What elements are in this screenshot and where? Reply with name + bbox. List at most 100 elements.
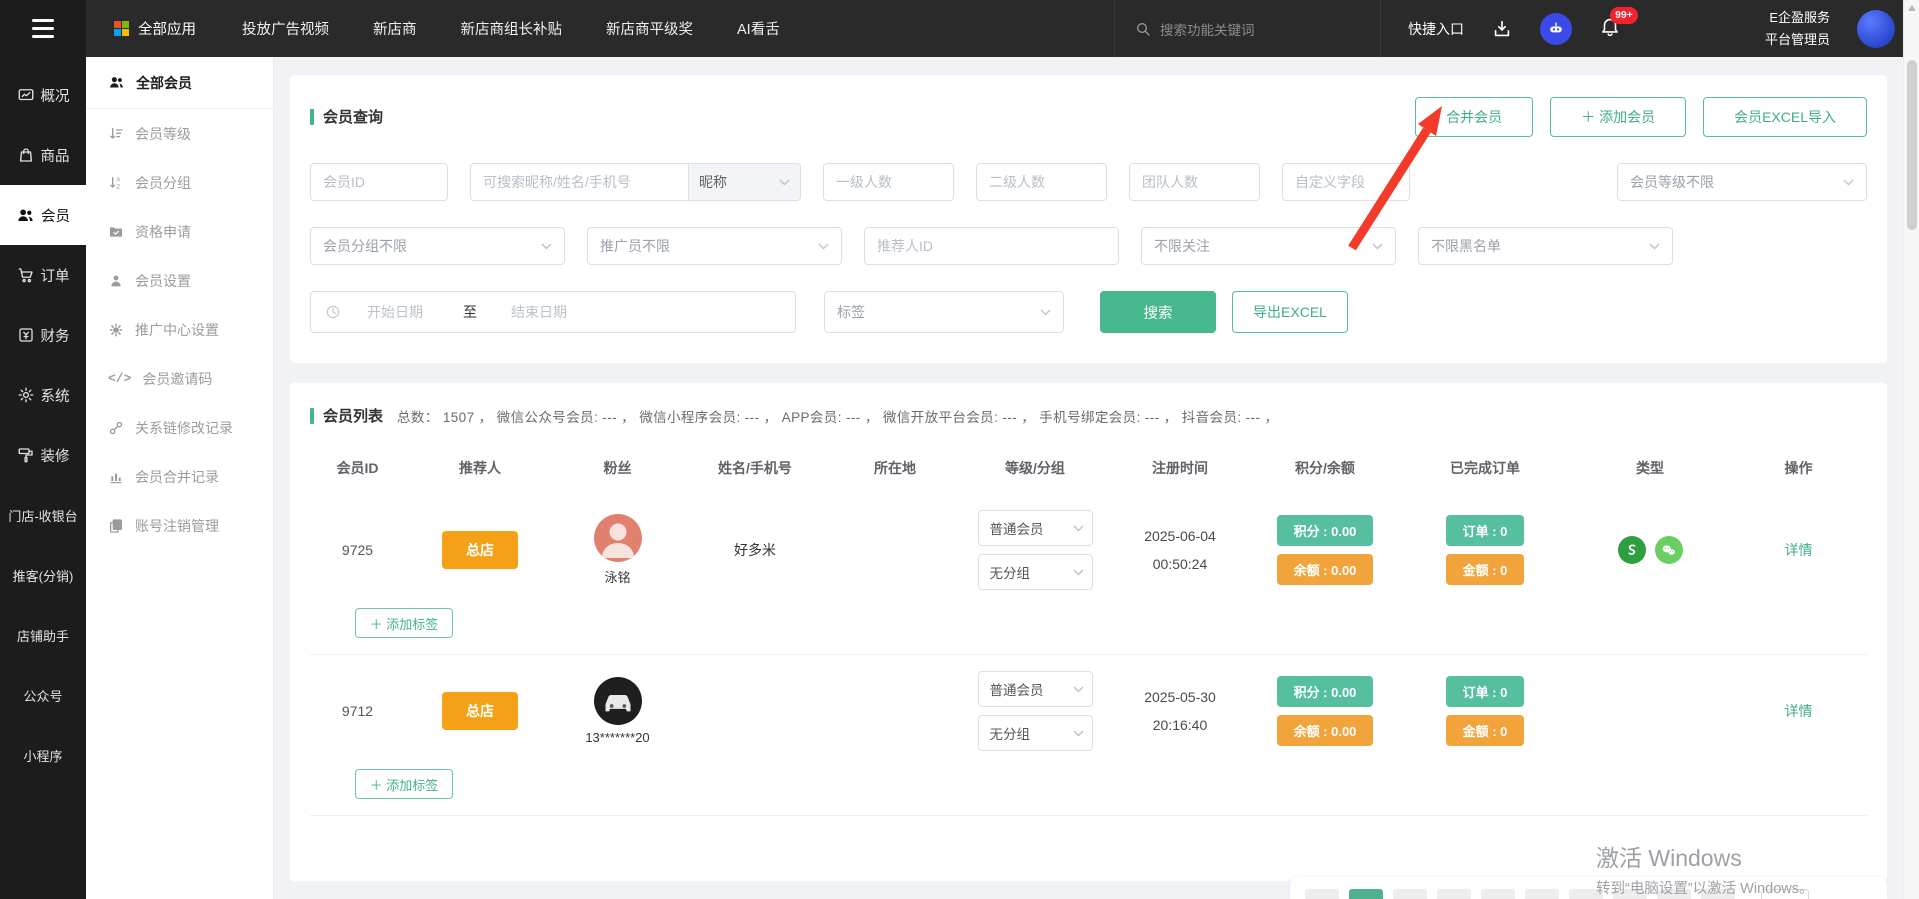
team-placeholder: 团队人数 bbox=[1142, 172, 1198, 192]
level-select[interactable]: 普通会员 bbox=[978, 510, 1093, 546]
blacklist-filter-select[interactable]: 不限黑名单 bbox=[1418, 227, 1673, 265]
submenu-item-promotion-settings[interactable]: 推广中心设置 bbox=[86, 305, 273, 354]
assistant-robot-icon[interactable] bbox=[1540, 13, 1572, 45]
submenu-item-label: 会员分组 bbox=[135, 173, 191, 193]
quick-entry-link[interactable]: 快捷入口 bbox=[1408, 19, 1464, 39]
submenu-item-all-members[interactable]: 全部会员 bbox=[86, 57, 273, 109]
detail-link[interactable]: 详情 bbox=[1730, 701, 1867, 721]
level-select[interactable]: 普通会员 bbox=[978, 671, 1093, 707]
custom-field-input[interactable]: 自定义字段 bbox=[1282, 163, 1410, 201]
referrer-badge[interactable]: 总店 bbox=[442, 692, 518, 730]
sidebar-item-decorate[interactable]: 装修 bbox=[0, 425, 86, 485]
date-range-picker[interactable]: 开始日期 至 结束日期 bbox=[310, 291, 796, 333]
submenu-item-member-group[interactable]: AZ 会员分组 bbox=[86, 158, 273, 207]
submenu-item-member-level[interactable]: 会员等级 bbox=[86, 109, 273, 158]
keyword-search-placeholder: 可搜索昵称/姓名/手机号 bbox=[471, 172, 688, 192]
add-tag-button[interactable]: ＋ 添加标签 bbox=[355, 769, 453, 799]
sidebar-item-store-cashier[interactable]: 门店-收银台 bbox=[0, 485, 86, 545]
sidebar-item-finance[interactable]: 财务 bbox=[0, 305, 86, 365]
member-excel-import-button[interactable]: 会员EXCEL导入 bbox=[1703, 97, 1867, 137]
submenu-item-invite-code[interactable]: </> 会员邀请码 bbox=[86, 354, 273, 403]
col-level-group: 等级/分组 bbox=[960, 458, 1110, 478]
notification-badge: 99+ bbox=[1610, 7, 1638, 24]
search-input[interactable]: 搜索功能关键词 bbox=[1114, 0, 1381, 57]
topnav-item-new-shop[interactable]: 新店商 bbox=[373, 18, 417, 39]
sidebar-item-members[interactable]: 会员 bbox=[0, 185, 86, 245]
referrer-badge[interactable]: 总店 bbox=[442, 531, 518, 569]
submenu-item-relation-log[interactable]: 关系链修改记录 bbox=[86, 403, 273, 452]
topnav-item-peer-award[interactable]: 新店商平级奖 bbox=[606, 18, 693, 39]
team-count-input[interactable]: 团队人数 bbox=[1129, 163, 1260, 201]
page-button[interactable] bbox=[1481, 889, 1515, 899]
sidebar-item-system[interactable]: 系统 bbox=[0, 365, 86, 425]
avatar[interactable] bbox=[1857, 10, 1895, 48]
topbar-right-cluster: 快捷入口 99+ E企盈服务 平台管理员 bbox=[1408, 0, 1895, 57]
fan-avatar[interactable] bbox=[594, 677, 642, 725]
amount-chip: 金额 : 0 bbox=[1446, 715, 1524, 746]
register-time-cell: 2025-05-30 20:16:40 bbox=[1110, 683, 1250, 739]
scrollbar-thumb[interactable] bbox=[1907, 60, 1917, 230]
detail-link[interactable]: 详情 bbox=[1730, 540, 1867, 560]
chevron-down-icon bbox=[1649, 243, 1660, 250]
submenu-item-member-settings[interactable]: 会员设置 bbox=[86, 256, 273, 305]
sidebar-item-distribution[interactable]: 推客(分销) bbox=[0, 545, 86, 605]
member-id-input[interactable]: 会员ID bbox=[310, 163, 448, 201]
account-info[interactable]: E企盈服务 平台管理员 bbox=[1765, 7, 1830, 50]
register-time-cell: 2025-06-04 00:50:24 bbox=[1110, 522, 1250, 578]
promoter-select[interactable]: 推广员不限 bbox=[587, 227, 842, 265]
sort-amount-icon bbox=[108, 126, 124, 142]
level2-count-input[interactable]: 二级人数 bbox=[976, 163, 1107, 201]
account-line2: 平台管理员 bbox=[1765, 29, 1830, 50]
level1-count-input[interactable]: 一级人数 bbox=[823, 163, 954, 201]
page-button-current[interactable] bbox=[1349, 889, 1383, 899]
referrer-id-input[interactable]: 推荐人ID bbox=[864, 227, 1119, 265]
notifications-bell[interactable]: 99+ bbox=[1599, 15, 1621, 42]
export-excel-button[interactable]: 导出EXCEL bbox=[1232, 291, 1348, 333]
sidebar-item-overview[interactable]: 概况 bbox=[0, 65, 86, 125]
all-apps-menu[interactable]: 全部应用 bbox=[114, 18, 196, 39]
download-icon[interactable] bbox=[1491, 18, 1513, 40]
topnav-item-leader-subsidy[interactable]: 新店商组长补贴 bbox=[461, 18, 563, 39]
member-name: 好多米 bbox=[734, 542, 776, 558]
follow-filter-select[interactable]: 不限关注 bbox=[1141, 227, 1396, 265]
merge-members-button[interactable]: 合并会员 bbox=[1415, 97, 1533, 137]
submenu-item-qualification[interactable]: 资格申请 bbox=[86, 207, 273, 256]
sidebar-item-miniprogram[interactable]: 小程序 bbox=[0, 725, 86, 785]
sidebar-item-shop-assistant[interactable]: 店铺助手 bbox=[0, 605, 86, 665]
page-button[interactable] bbox=[1437, 889, 1471, 899]
group-select[interactable]: 无分组 bbox=[978, 554, 1093, 590]
fan-avatar[interactable] bbox=[594, 514, 642, 562]
page-button[interactable] bbox=[1525, 889, 1559, 899]
sidebar-item-label: 财务 bbox=[41, 325, 70, 346]
page-button[interactable] bbox=[1305, 889, 1339, 899]
search-button[interactable]: 搜索 bbox=[1100, 291, 1216, 333]
scrollbar[interactable] bbox=[1903, 0, 1919, 899]
level-group-cell: 普通会员 无分组 bbox=[960, 671, 1110, 751]
list-card-title-row: 会员列表 bbox=[310, 405, 383, 426]
member-level-select[interactable]: 会员等级不限 bbox=[1617, 163, 1867, 201]
amount-chip: 金额 : 0 bbox=[1446, 554, 1524, 585]
page-button[interactable] bbox=[1393, 889, 1427, 899]
sidebar-item-label: 小程序 bbox=[23, 746, 62, 765]
search-type-select[interactable]: 昵称 bbox=[688, 164, 800, 200]
sidebar-item-goods[interactable]: 商品 bbox=[0, 125, 86, 185]
keyword-search-input-group[interactable]: 可搜索昵称/姓名/手机号 昵称 bbox=[470, 163, 801, 201]
link-icon bbox=[108, 420, 124, 436]
topnav-item-ad-video[interactable]: 投放广告视频 bbox=[242, 18, 329, 39]
sidebar-item-orders[interactable]: 订单 bbox=[0, 245, 86, 305]
add-tag-button[interactable]: ＋ 添加标签 bbox=[355, 608, 453, 638]
hamburger-menu[interactable] bbox=[0, 0, 86, 57]
submenu-item-merge-log[interactable]: 会员合并记录 bbox=[86, 452, 273, 501]
members-icon bbox=[16, 206, 35, 225]
topnav-item-ai-tongue[interactable]: AI看舌 bbox=[737, 18, 780, 39]
col-type: 类型 bbox=[1570, 458, 1730, 478]
svg-text:Z: Z bbox=[116, 185, 120, 191]
tag-select[interactable]: 标签 bbox=[824, 291, 1064, 333]
member-group-select[interactable]: 会员分组不限 bbox=[310, 227, 565, 265]
sidebar-item-official-account[interactable]: 公众号 bbox=[0, 665, 86, 725]
points-balance-cell: 积分 : 0.00 余额 : 0.00 bbox=[1250, 676, 1400, 746]
submenu-item-account-cancel[interactable]: 账号注销管理 bbox=[86, 501, 273, 550]
group-select[interactable]: 无分组 bbox=[978, 715, 1093, 751]
add-member-button[interactable]: ＋ 添加会员 bbox=[1550, 97, 1686, 137]
scrollbar-up-arrow[interactable] bbox=[1908, 5, 1916, 11]
